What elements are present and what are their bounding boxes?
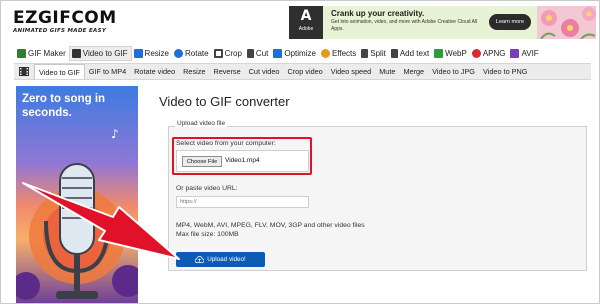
apng-icon [471,49,481,58]
video-url-input[interactable]: https:// [176,196,309,208]
ad-learn-more-button[interactable]: Learn more [489,14,531,30]
logo-text: EZGIFCOM [13,8,117,28]
nav-effects[interactable]: Effects [319,46,359,61]
tab-reverse[interactable]: Reverse [209,64,244,79]
video-icon [71,49,81,58]
svg-text:♪: ♪ [111,127,119,141]
video-tools-subnav: Video to GIF GIF to MP4 Rotate video Res… [14,63,591,80]
cut-icon [246,49,254,58]
nav-avif[interactable]: AVIF [508,46,541,61]
gif-maker-icon [17,49,26,58]
page-title: Video to GIF converter [159,94,290,109]
nav-label: Add text [399,49,430,58]
highlight-box [172,137,312,175]
nav-label: Crop [224,49,242,58]
nav-cut[interactable]: Cut [245,46,271,61]
cloud-upload-icon [195,256,205,263]
nav-add-text[interactable]: Add text [389,46,432,61]
site-logo[interactable]: EZGIFCOM ANIMATED GIFS MADE EASY [13,8,117,34]
nav-gif-maker[interactable]: GIF Maker [15,46,69,61]
nav-label: Cut [255,49,269,58]
nav-rotate[interactable]: Rotate [172,46,212,61]
promo-title: Zero to song in seconds. [22,93,106,119]
crop-icon [213,49,223,58]
ad-subtitle: Get into animation, video, and more with… [331,19,478,32]
max-file-size-text: Max file size: 100MB [176,231,239,238]
nav-label: Split [370,49,386,58]
nav-split[interactable]: Split [359,46,389,61]
nav-resize[interactable]: Resize [132,46,172,61]
tab-mute[interactable]: Mute [375,64,399,79]
nav-label: APNG [482,49,506,58]
tab-crop-video[interactable]: Crop video [283,64,326,79]
nav-crop[interactable]: Crop [212,46,245,61]
ad-title: Crank up your creativity. [331,9,425,18]
nav-label: Video to GIF [82,49,128,58]
tab-video-to-gif[interactable]: Video to GIF [34,64,85,79]
tab-video-to-png[interactable]: Video to PNG [479,64,531,79]
effects-icon [320,49,330,58]
nav-label: Rotate [185,49,209,58]
logo-tagline: ANIMATED GIFS MADE EASY [13,28,107,34]
rotate-icon [174,49,183,58]
nav-label: Optimize [284,49,316,58]
tab-cut-video[interactable]: Cut video [245,64,284,79]
promo-banner[interactable]: ♪ Zero to song in seconds. [16,86,138,303]
nav-label: Effects [331,49,357,58]
resize-icon [133,49,143,58]
url-label: Or paste video URL: [176,185,238,192]
nav-label: AVIF [521,49,539,58]
split-icon [361,49,369,58]
nav-optimize[interactable]: Optimize [271,46,319,61]
supported-formats-text: MP4, WebM, AVI, MPEG, FLV, MOV, 3GP and … [176,222,365,229]
upload-legend: Upload video file [175,120,228,127]
nav-label: WebP [445,49,467,58]
optimize-icon [273,49,283,58]
main-nav: GIF Maker Video to GIF Resize Rotate Cro… [15,46,542,62]
tab-video-speed[interactable]: Video speed [327,64,375,79]
nav-video-to-gif[interactable]: Video to GIF [68,46,132,61]
nav-apng[interactable]: APNG [470,46,509,61]
webp-icon [434,49,444,58]
avif-icon [510,49,520,58]
upload-video-button[interactable]: Upload video! [176,252,265,267]
nav-webp[interactable]: WebP [432,46,470,61]
nav-label: Resize [144,49,169,58]
tab-resize[interactable]: Resize [179,64,209,79]
nav-label: GIF Maker [28,49,66,58]
flowers-illustration [537,6,596,39]
upload-button-label: Upload video! [207,256,246,263]
page: EZGIFCOM ANIMATED GIFS MADE EASY A Adobe… [0,0,600,304]
tab-merge[interactable]: Merge [399,64,428,79]
adobe-ad-banner[interactable]: A Adobe Crank up your creativity. Get in… [289,6,596,39]
adobe-brand-label: Adobe [298,26,314,32]
add-text-icon [390,49,398,58]
adobe-icon: A [300,8,312,24]
film-icon [14,64,34,79]
tab-gif-to-mp4[interactable]: GIF to MP4 [85,64,130,79]
tab-rotate-video[interactable]: Rotate video [130,64,179,79]
adobe-logo: A Adobe [289,6,323,39]
tab-video-to-jpg[interactable]: Video to JPG [428,64,479,79]
